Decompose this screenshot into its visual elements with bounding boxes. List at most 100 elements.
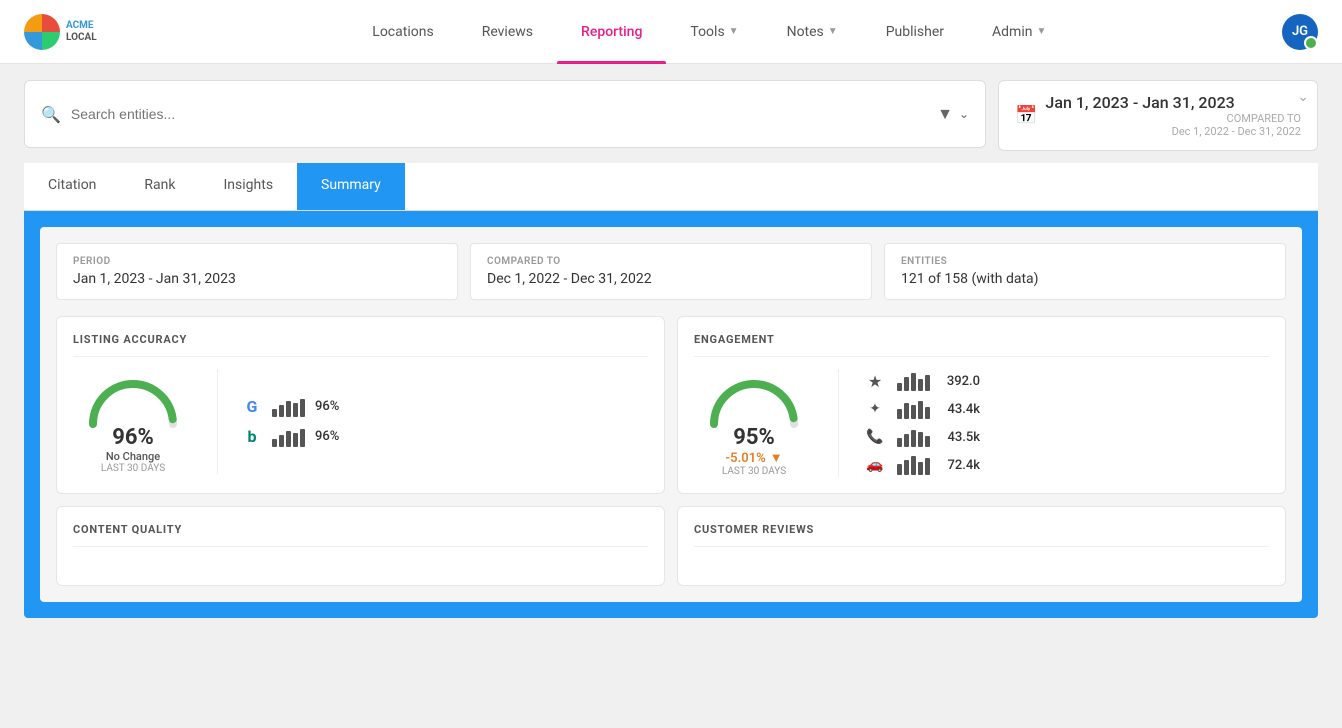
eng-seg-7 xyxy=(904,403,909,419)
listing-gauge-label: No Change xyxy=(106,450,160,463)
eng-seg-19 xyxy=(918,462,923,475)
compared-value: Dec 1, 2022 - Dec 31, 2022 xyxy=(487,271,855,287)
click-icon: ✦ xyxy=(863,401,887,417)
tools-arrow-icon: ▼ xyxy=(729,26,739,37)
compared-label: COMPARED TO xyxy=(487,256,855,267)
page-content: 🔍 ▼ ⌄ 📅 Jan 1, 2023 - Jan 31, 2023 COMPA… xyxy=(0,64,1342,634)
bing-seg-2 xyxy=(279,435,284,447)
bar-seg-2 xyxy=(279,405,284,417)
avatar[interactable]: JG xyxy=(1282,14,1318,50)
eng-seg-13 xyxy=(911,430,916,447)
eng-seg-6 xyxy=(897,409,902,419)
nav-item-notes[interactable]: Notes ▼ xyxy=(763,0,862,64)
eng-seg-1 xyxy=(897,383,902,391)
listing-accuracy-title: LISTING ACCURACY xyxy=(73,333,648,357)
star-icon: ★ xyxy=(863,372,887,391)
date-range-box: 📅 Jan 1, 2023 - Jan 31, 2023 COMPARED TO… xyxy=(998,80,1318,151)
logo-text: ACME LOCAL xyxy=(66,20,97,44)
listing-gauge: 96% No Change LAST 30 DAYS xyxy=(73,369,193,474)
engagement-gauge: 95% -5.01% ▼ LAST 30 DAYS xyxy=(694,369,814,477)
bing-bar-row: b 96% xyxy=(242,427,648,447)
eng-seg-15 xyxy=(925,436,930,447)
bottom-row: CONTENT QUALITY CUSTOMER REVIEWS xyxy=(56,506,1286,586)
car-icon: 🚗 xyxy=(863,457,887,473)
eng-seg-3 xyxy=(911,373,916,391)
nav-item-locations[interactable]: Locations xyxy=(348,0,457,64)
eng-seg-10 xyxy=(925,407,930,419)
customer-reviews-title: CUSTOMER REVIEWS xyxy=(694,523,1269,547)
nav-item-reviews[interactable]: Reviews xyxy=(458,0,557,64)
google-icon: G xyxy=(242,397,262,416)
bing-seg-1 xyxy=(272,439,277,447)
chevron-down-icon[interactable]: ⌄ xyxy=(959,107,969,121)
calendar-icon: 📅 xyxy=(1015,105,1037,126)
main-panel: PERIOD Jan 1, 2023 - Jan 31, 2023 COMPAR… xyxy=(24,211,1318,618)
tab-citation[interactable]: Citation xyxy=(24,163,120,210)
date-expand-icon[interactable]: ⌄ xyxy=(1297,89,1309,105)
listing-gauge-svg xyxy=(83,369,183,429)
eng-bar-1 xyxy=(897,399,930,419)
search-box: 🔍 ▼ ⌄ xyxy=(24,80,986,148)
search-icon: 🔍 xyxy=(41,105,61,124)
entities-value: 121 of 158 (with data) xyxy=(901,271,1269,287)
nav-item-reporting[interactable]: Reporting xyxy=(557,0,666,64)
bing-seg-4 xyxy=(293,433,298,447)
period-row: PERIOD Jan 1, 2023 - Jan 31, 2023 COMPAR… xyxy=(56,243,1286,300)
bar-seg-4 xyxy=(293,403,298,417)
tabs-bar: Citation Rank Insights Summary xyxy=(24,163,1318,211)
tab-summary[interactable]: Summary xyxy=(297,163,405,210)
eng-bar-2 xyxy=(897,427,930,447)
engagement-gauge-svg xyxy=(704,369,804,429)
eng-row-0: ★ 392.0 xyxy=(863,371,1269,391)
nav-links: Locations Reviews Reporting Tools ▼ Note… xyxy=(137,0,1282,64)
phone-icon: 📞 xyxy=(863,429,887,445)
eng-seg-2 xyxy=(904,377,909,391)
bing-bar-visual xyxy=(272,427,305,447)
eng-bar-3 xyxy=(897,455,930,475)
filter-controls[interactable]: ▼ ⌄ xyxy=(937,104,969,124)
listing-gauge-pct: 96% xyxy=(112,425,154,450)
admin-arrow-icon: ▼ xyxy=(1036,26,1046,37)
eng-seg-8 xyxy=(911,405,916,419)
bar-seg-5 xyxy=(300,399,305,417)
period-label: PERIOD xyxy=(73,256,441,267)
eng-value-3: 72.4k xyxy=(940,458,980,473)
eng-seg-20 xyxy=(925,458,930,475)
eng-value-0: 392.0 xyxy=(940,374,980,389)
bar-seg-1 xyxy=(272,409,277,417)
listing-accuracy-content: 96% No Change LAST 30 DAYS G xyxy=(73,369,648,474)
eng-seg-12 xyxy=(904,434,909,447)
divider xyxy=(217,369,218,474)
engagement-metrics: ★ 392.0 xyxy=(863,371,1269,475)
date-range-main: Jan 1, 2023 - Jan 31, 2023 xyxy=(1045,93,1301,112)
tabs-and-panel: Citation Rank Insights Summary PERIOD Ja… xyxy=(24,163,1318,618)
eng-seg-9 xyxy=(918,401,923,419)
filter-icon[interactable]: ▼ xyxy=(937,104,953,124)
engagement-title: ENGAGEMENT xyxy=(694,333,1269,357)
nav-item-publisher[interactable]: Publisher xyxy=(862,0,968,64)
period-card-period: PERIOD Jan 1, 2023 - Jan 31, 2023 xyxy=(56,243,458,300)
eng-seg-11 xyxy=(897,438,902,447)
eng-row-1: ✦ 43.4k xyxy=(863,399,1269,419)
google-bar-row: G 96% xyxy=(242,397,648,417)
search-input[interactable] xyxy=(71,106,937,122)
eng-seg-14 xyxy=(918,432,923,447)
date-compared: COMPARED TO Dec 1, 2022 - Dec 31, 2022 xyxy=(1045,112,1301,138)
entities-label: ENTITIES xyxy=(901,256,1269,267)
bing-seg-3 xyxy=(286,431,291,447)
bar-seg-3 xyxy=(286,401,291,417)
eng-bar-0 xyxy=(897,371,930,391)
tab-insights[interactable]: Insights xyxy=(200,163,298,210)
eng-row-2: 📞 43.5k xyxy=(863,427,1269,447)
down-arrow-icon: ▼ xyxy=(770,450,783,466)
eng-seg-4 xyxy=(918,379,923,391)
eng-seg-17 xyxy=(904,460,909,475)
nav-item-admin[interactable]: Admin ▼ xyxy=(968,0,1070,64)
eng-seg-18 xyxy=(911,456,916,475)
google-bar-value: 96% xyxy=(315,399,339,414)
period-card-compared: COMPARED TO Dec 1, 2022 - Dec 31, 2022 xyxy=(470,243,872,300)
logo[interactable]: ACME LOCAL xyxy=(24,14,97,50)
nav-item-tools[interactable]: Tools ▼ xyxy=(666,0,762,64)
eng-seg-5 xyxy=(925,375,930,391)
tab-rank[interactable]: Rank xyxy=(120,163,199,210)
